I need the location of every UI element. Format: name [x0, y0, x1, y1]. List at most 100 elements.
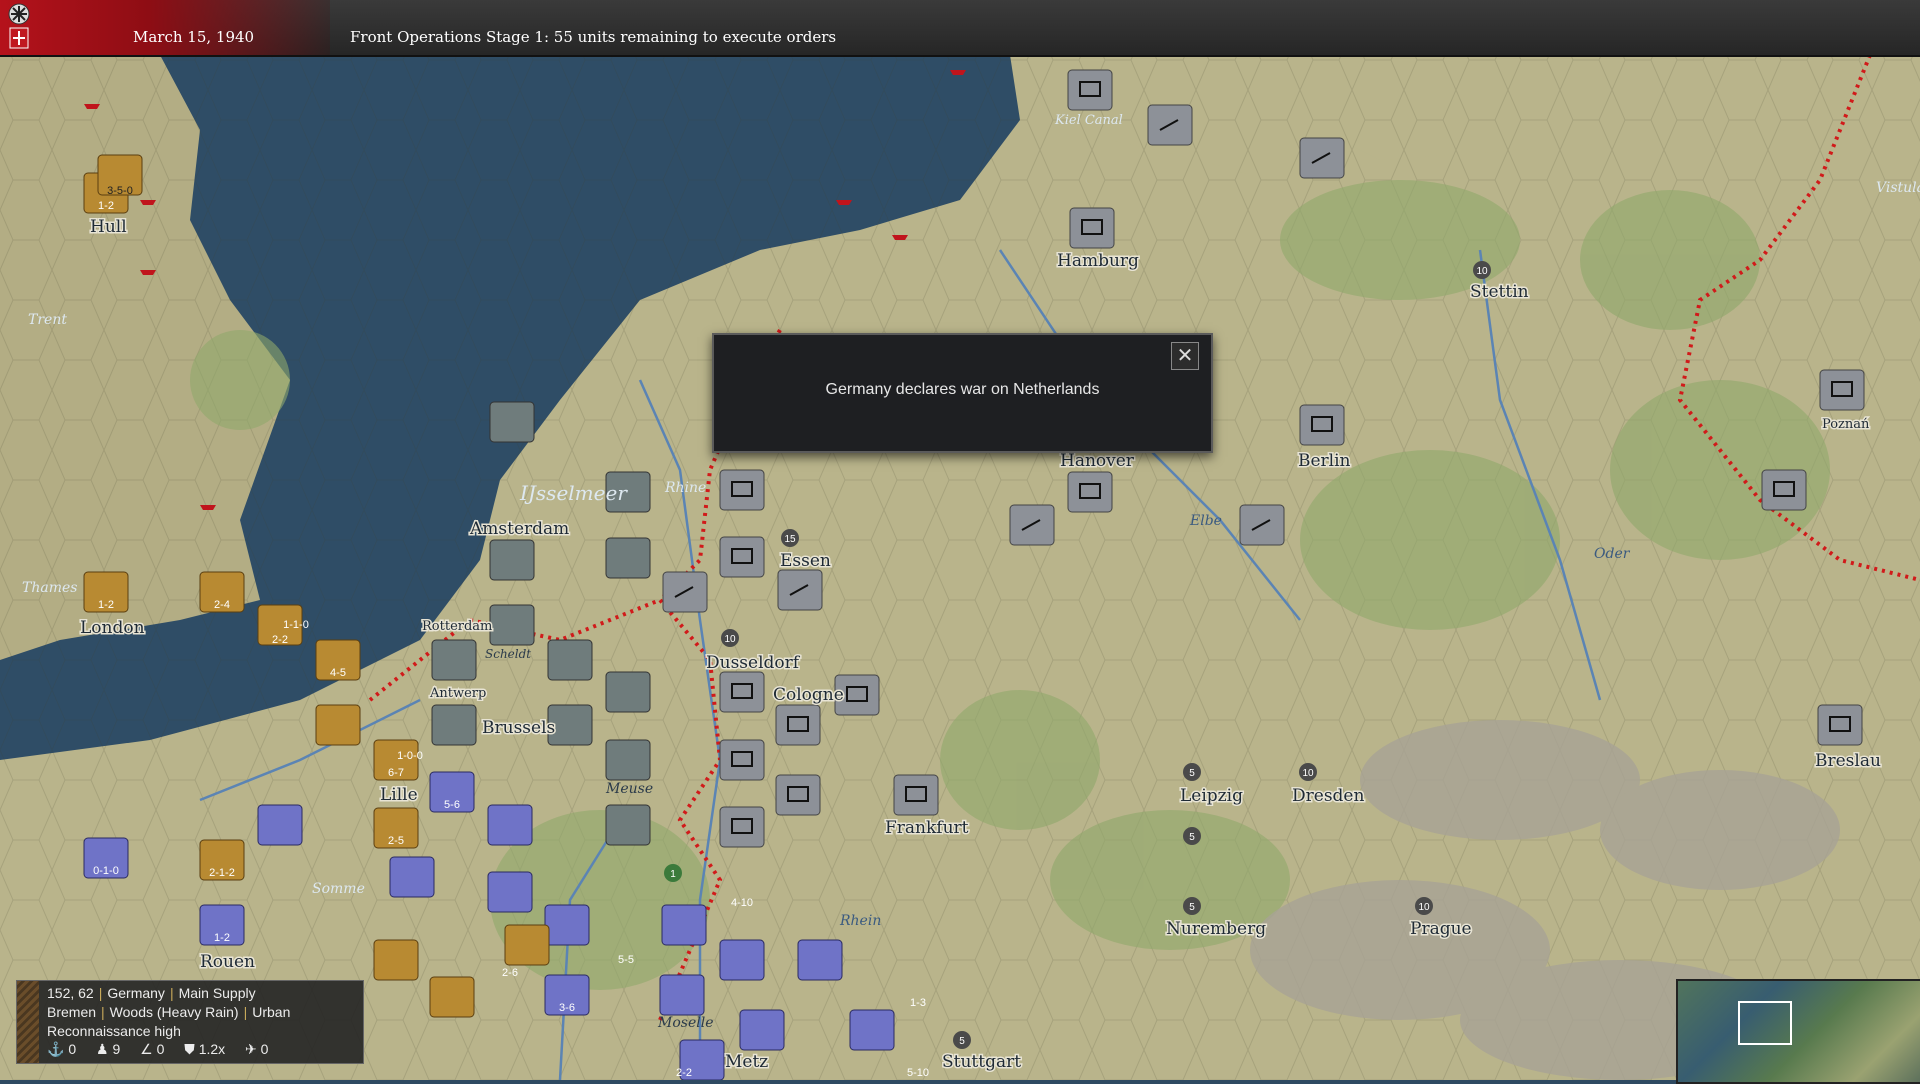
river-label: Vistula: [1876, 180, 1920, 196]
river-label: Moselle: [657, 1015, 713, 1031]
city-label: Brussels: [482, 718, 555, 738]
river-label: Elbe: [1189, 513, 1222, 529]
city-label: Rotterdam: [422, 619, 492, 634]
unit-strength: 4-10: [731, 897, 753, 909]
unit-strength: 1-2: [98, 200, 114, 212]
river-label: IJsselmeer: [519, 481, 628, 505]
river-label: Rhein: [839, 913, 881, 929]
air-counter-5: [777, 569, 823, 611]
city-label: Hanover: [1060, 451, 1135, 471]
info-row-1: 152, 62 | Germany | Main Supply: [47, 985, 256, 1001]
city-label: Nuremberg: [1166, 919, 1266, 939]
unit-strength: 2-1-2: [209, 867, 235, 879]
city-label: Breslau: [1815, 751, 1881, 771]
city-label: Leipzig: [1180, 786, 1243, 806]
unit-counter-cologne: [775, 704, 821, 746]
unit-counter-berlin: [1299, 404, 1345, 446]
unit-count: 5: [1189, 768, 1195, 779]
unit-strength: 5-5: [618, 954, 634, 966]
hex-terrain: Woods (Heavy Rain): [109, 1004, 239, 1020]
city-label: Prague: [1410, 919, 1472, 939]
shield-icon: ⛊: [184, 1041, 195, 1057]
unit-strength: 1-0-0: [397, 750, 423, 762]
river-label: Meuse: [605, 781, 653, 797]
anchor-icon: ⚓: [47, 1041, 65, 1057]
unit-count: 1: [670, 869, 676, 880]
unit-counter-hanover: [1067, 471, 1113, 513]
stat-value: 1.2x: [198, 1041, 226, 1057]
unit-counter-koblenz: [775, 774, 821, 816]
air-counter-3: [1147, 104, 1193, 146]
river-label: Rhine: [664, 480, 706, 496]
hex-owner: Germany: [107, 985, 165, 1001]
unit-strength: 2-2: [676, 1067, 692, 1079]
top-bar: March 15, 1940 Front Operations Stage 1:…: [0, 0, 1920, 57]
info-row-2: Bremen | Woods (Heavy Rain) | Urban: [47, 1004, 291, 1020]
unit-strength: 2-2: [272, 634, 288, 646]
unit-count: 15: [784, 534, 796, 545]
city-label: Berlin: [1298, 451, 1351, 471]
event-dialog: ✕ Germany declares war on Netherlands: [712, 333, 1213, 453]
river-label: Oder: [1594, 546, 1631, 562]
soldiers-icon: ♟: [96, 1041, 109, 1057]
minimap[interactable]: [1676, 979, 1920, 1084]
air-counter-6: [662, 571, 708, 613]
unit-strength: 2-4: [214, 599, 230, 611]
city-label: Antwerp: [429, 686, 486, 701]
unit-count: 5: [959, 1036, 965, 1047]
air-counter-2: [1239, 504, 1285, 546]
stat-value: 0: [260, 1041, 269, 1057]
hex-region: Bremen: [47, 1004, 97, 1020]
city-label: London: [80, 618, 145, 638]
close-button[interactable]: ✕: [1171, 342, 1199, 370]
unit-strength: 5-10: [907, 1067, 929, 1079]
unit-count: 5: [1189, 832, 1195, 843]
river-label: Thames: [22, 580, 77, 596]
city-label: Dusseldorf: [706, 653, 801, 673]
city-label: Frankfurt: [885, 818, 969, 838]
minimap-viewport[interactable]: [1738, 1001, 1792, 1045]
unit-strength: 1-2: [214, 932, 230, 944]
hex-coords: 152, 62: [47, 985, 94, 1001]
city-label: Hamburg: [1057, 251, 1139, 271]
air-counter-4: [1299, 137, 1345, 179]
air-counter-1: [1009, 504, 1055, 546]
unit-counter-rhine-3: [719, 671, 765, 713]
unit-strength: 1-1-0: [283, 619, 309, 631]
strategic-map[interactable]: Hull London Amsterdam Rotterdam Antwerp …: [0, 55, 1920, 1080]
turn-date: March 15, 1940: [133, 28, 255, 46]
city-label: Stuttgart: [942, 1052, 1021, 1072]
unit-counter-rhine-5: [719, 806, 765, 848]
unit-strength: 1-2: [98, 599, 114, 611]
unit-counter-kiel: [1067, 69, 1113, 111]
hex-stats: ⚓ 0 ♟ 9 ∠ 0 ⛊ 1.2x ✈ 0: [47, 1041, 284, 1058]
hex-type: Urban: [252, 1004, 291, 1020]
unit-counter-frankfurt: [893, 774, 939, 816]
unit-strength: 0-1-0: [93, 865, 119, 877]
stat-value: 9: [112, 1041, 121, 1057]
city-label: Essen: [780, 551, 831, 571]
city-label: Rouen: [200, 952, 255, 972]
city-label: Amsterdam: [469, 519, 569, 539]
unit-strength: 4-5: [330, 667, 346, 679]
river-label: Scheldt: [485, 647, 531, 661]
germany-emblem-icon[interactable]: [4, 2, 34, 52]
unit-counter-hamburg: [1069, 207, 1115, 249]
unit-strength: 1-3: [910, 997, 926, 1009]
city-label: Lille: [380, 785, 418, 805]
unit-strength: 3-5-0: [107, 185, 133, 197]
hex-supply: Main Supply: [178, 985, 256, 1001]
stat-value: 0: [156, 1041, 165, 1057]
unit-strength: 2-6: [502, 967, 518, 979]
unit-strength: 5-6: [444, 799, 460, 811]
river-label: Kiel Canal: [1054, 113, 1123, 128]
city-label: Dresden: [1292, 786, 1364, 806]
river-label: Somme: [312, 881, 365, 897]
unit-count: 10: [1302, 768, 1314, 779]
unit-counter-east: [1761, 469, 1807, 511]
city-label: Hull: [90, 217, 127, 237]
unit-counter-breslau: [1817, 704, 1863, 746]
panel-stripe: [17, 981, 39, 1063]
city-label: Stettin: [1470, 282, 1529, 302]
unit-strength: 2-5: [388, 835, 404, 847]
